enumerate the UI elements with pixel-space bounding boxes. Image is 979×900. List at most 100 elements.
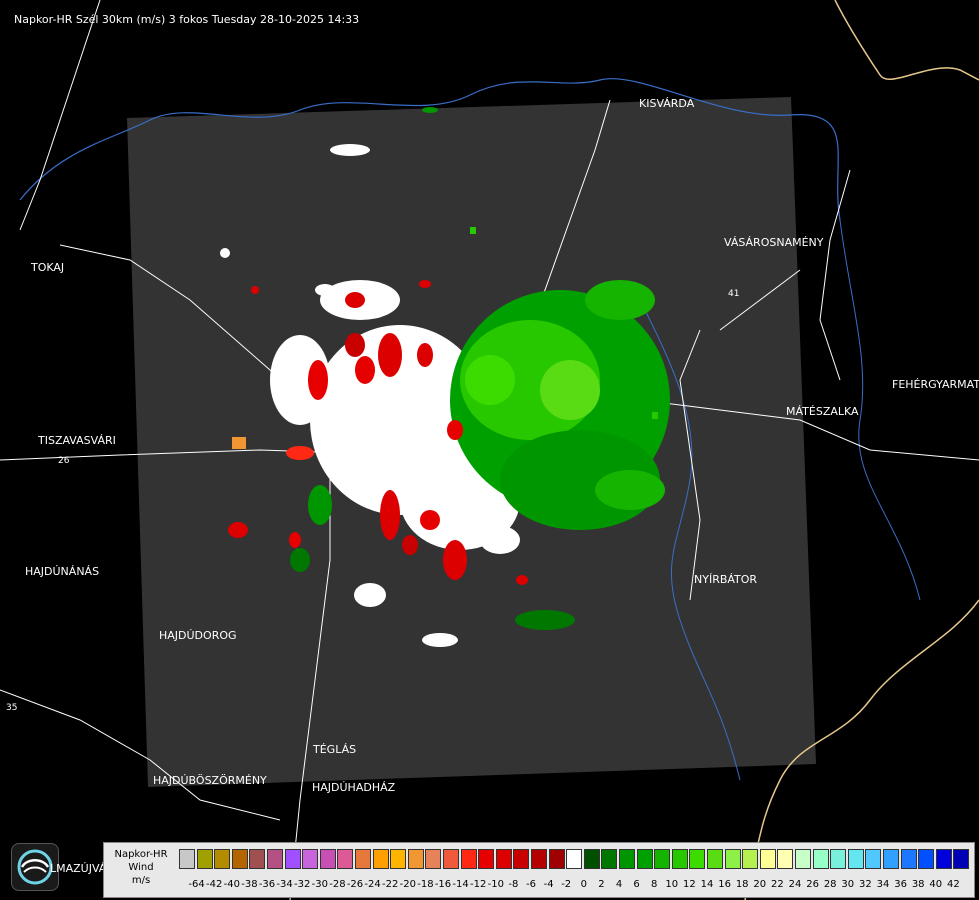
town-label-tokaj: TOKAJ [31, 261, 65, 274]
legend-swatch [812, 849, 829, 869]
legend-swatch [689, 849, 706, 869]
legend-tick-label: 8 [651, 879, 658, 890]
radar-echo-orange [232, 437, 246, 449]
legend-swatch [407, 849, 424, 869]
legend-swatch [583, 849, 600, 869]
legend-tick-label: 0 [580, 879, 587, 890]
legend-tick-label: 42 [947, 879, 960, 890]
legend-tick-label: 30 [841, 879, 855, 890]
town-label-mateszalka: MÁTÉSZALKA [786, 405, 859, 418]
road-number-41: 41 [728, 289, 739, 299]
legend-swatch [654, 849, 671, 869]
legend-swatch [478, 849, 495, 869]
legend-tick-label: 22 [771, 879, 784, 890]
legend-tick-label: 24 [788, 879, 802, 890]
legend-swatch [619, 849, 635, 869]
legend-swatch [724, 849, 741, 869]
legend-tick-label: -22 [382, 879, 399, 890]
town-label-hajduboszormeny: HAJDÚBÖSZÖRMÉNY [153, 774, 267, 787]
legend-tick-label: -38 [241, 879, 258, 890]
legend-tick-label: -10 [487, 879, 504, 890]
legend-tick-label: 6 [633, 879, 640, 890]
legend-swatch [883, 849, 899, 869]
legend-tick-label: -24 [364, 879, 381, 890]
legend-swatch [671, 849, 688, 869]
legend-label: Napkor-HR Wind m/s [106, 848, 176, 887]
color-legend: Napkor-HR Wind m/s -64 -42 -40 -38 -36 -34 -32… [103, 842, 975, 898]
legend-tick-label: 12 [683, 879, 696, 890]
legend-swatch [900, 849, 917, 869]
legend-swatch [847, 849, 864, 869]
legend-tick-label: -20 [399, 879, 416, 890]
legend-swatch [425, 849, 442, 869]
town-label-nyirbator: NYÍRBÁTOR [694, 573, 758, 586]
legend-swatch [460, 849, 477, 869]
legend-tick-label: 32 [859, 879, 872, 890]
legend-label-line3: m/s [131, 875, 151, 886]
legend-swatch [865, 849, 882, 869]
legend-swatch [231, 849, 248, 869]
legend-swatch [214, 849, 231, 869]
map-title: Napkor-HR Szél 30km (m/s) 3 fokos Tuesda… [14, 13, 360, 26]
legend-tick-label: 2 [598, 879, 605, 890]
legend-tick-label: -6 [526, 879, 536, 890]
legend-swatch [267, 849, 283, 869]
legend-tick-label: 40 [929, 879, 943, 890]
legend-swatch [707, 849, 723, 869]
town-label-hajdudorog: HAJDÚDOROG [159, 629, 237, 642]
legend-swatch [196, 849, 213, 869]
legend-tick-label: 36 [894, 879, 907, 890]
legend-tick-label: -64 [188, 879, 205, 890]
map-canvas: 26 35 41 [0, 0, 979, 900]
legend-swatch [759, 849, 776, 869]
legend-swatch [601, 849, 618, 869]
legend-swatch [548, 849, 565, 869]
legend-swatch [777, 849, 794, 869]
legend-tick-label: 28 [823, 879, 837, 890]
legend-tick-label: 10 [665, 879, 679, 890]
legend-label-line1: Napkor-HR [114, 849, 168, 860]
legend-swatch [372, 849, 389, 869]
legend-tick-label: -4 [543, 879, 554, 890]
legend-swatch [319, 849, 336, 869]
legend-tick-label: -30 [311, 879, 328, 890]
legend-swatch [302, 849, 319, 869]
legend-swatch [566, 849, 583, 869]
legend-swatch [495, 849, 512, 869]
legend-tick-label: -34 [276, 879, 293, 890]
legend-tick-label: 18 [735, 879, 749, 890]
radar-map-view: 26 35 41 Napkor-HR Szél 30km (m/s) 3 fok… [0, 0, 979, 900]
legend-swatch [918, 849, 935, 869]
legend-tick-label: -28 [329, 879, 346, 890]
legend-tick-label: -8 [508, 879, 519, 890]
legend-swatch [636, 849, 653, 869]
road-number-26: 26 [58, 456, 70, 466]
legend-tick-label: 4 [615, 879, 623, 890]
town-label-vasarosnameny: VÁSÁROSNAMÉNY [724, 236, 824, 249]
legend-tick-label: -2 [561, 879, 572, 890]
legend-tick-label: 38 [911, 879, 925, 890]
legend-tick-label: -26 [346, 879, 364, 890]
legend-swatch [742, 849, 759, 869]
legend-swatch [795, 849, 811, 869]
legend-swatch [953, 849, 970, 869]
legend-swatch [337, 849, 354, 869]
legend-swatch [443, 849, 459, 869]
town-label-kisvarda: KISVÁRDA [639, 97, 695, 110]
legend-swatch [935, 849, 952, 869]
legend-swatch [830, 849, 847, 869]
town-label-tiszavasvari: TISZAVASVÁRI [38, 434, 116, 447]
town-label-hajduhadhaz: HAJDÚHADHÁZ [312, 781, 396, 794]
legend-tick-label: -36 [258, 879, 276, 890]
legend-tick-label: 34 [876, 879, 890, 890]
legend-swatch [513, 849, 530, 869]
legend-tick-label: -16 [434, 879, 452, 890]
road-number-35: 35 [6, 703, 17, 713]
town-label-hajdunanas: HAJDÚNÁNÁS [25, 565, 100, 578]
legend-swatch [249, 849, 266, 869]
legend-tick-label: -40 [223, 879, 240, 890]
legend-label-line2: Wind [128, 862, 154, 873]
legend-tick-label: 16 [718, 879, 731, 890]
legend-swatch [179, 849, 195, 869]
legend-tick-label: -12 [470, 879, 487, 890]
